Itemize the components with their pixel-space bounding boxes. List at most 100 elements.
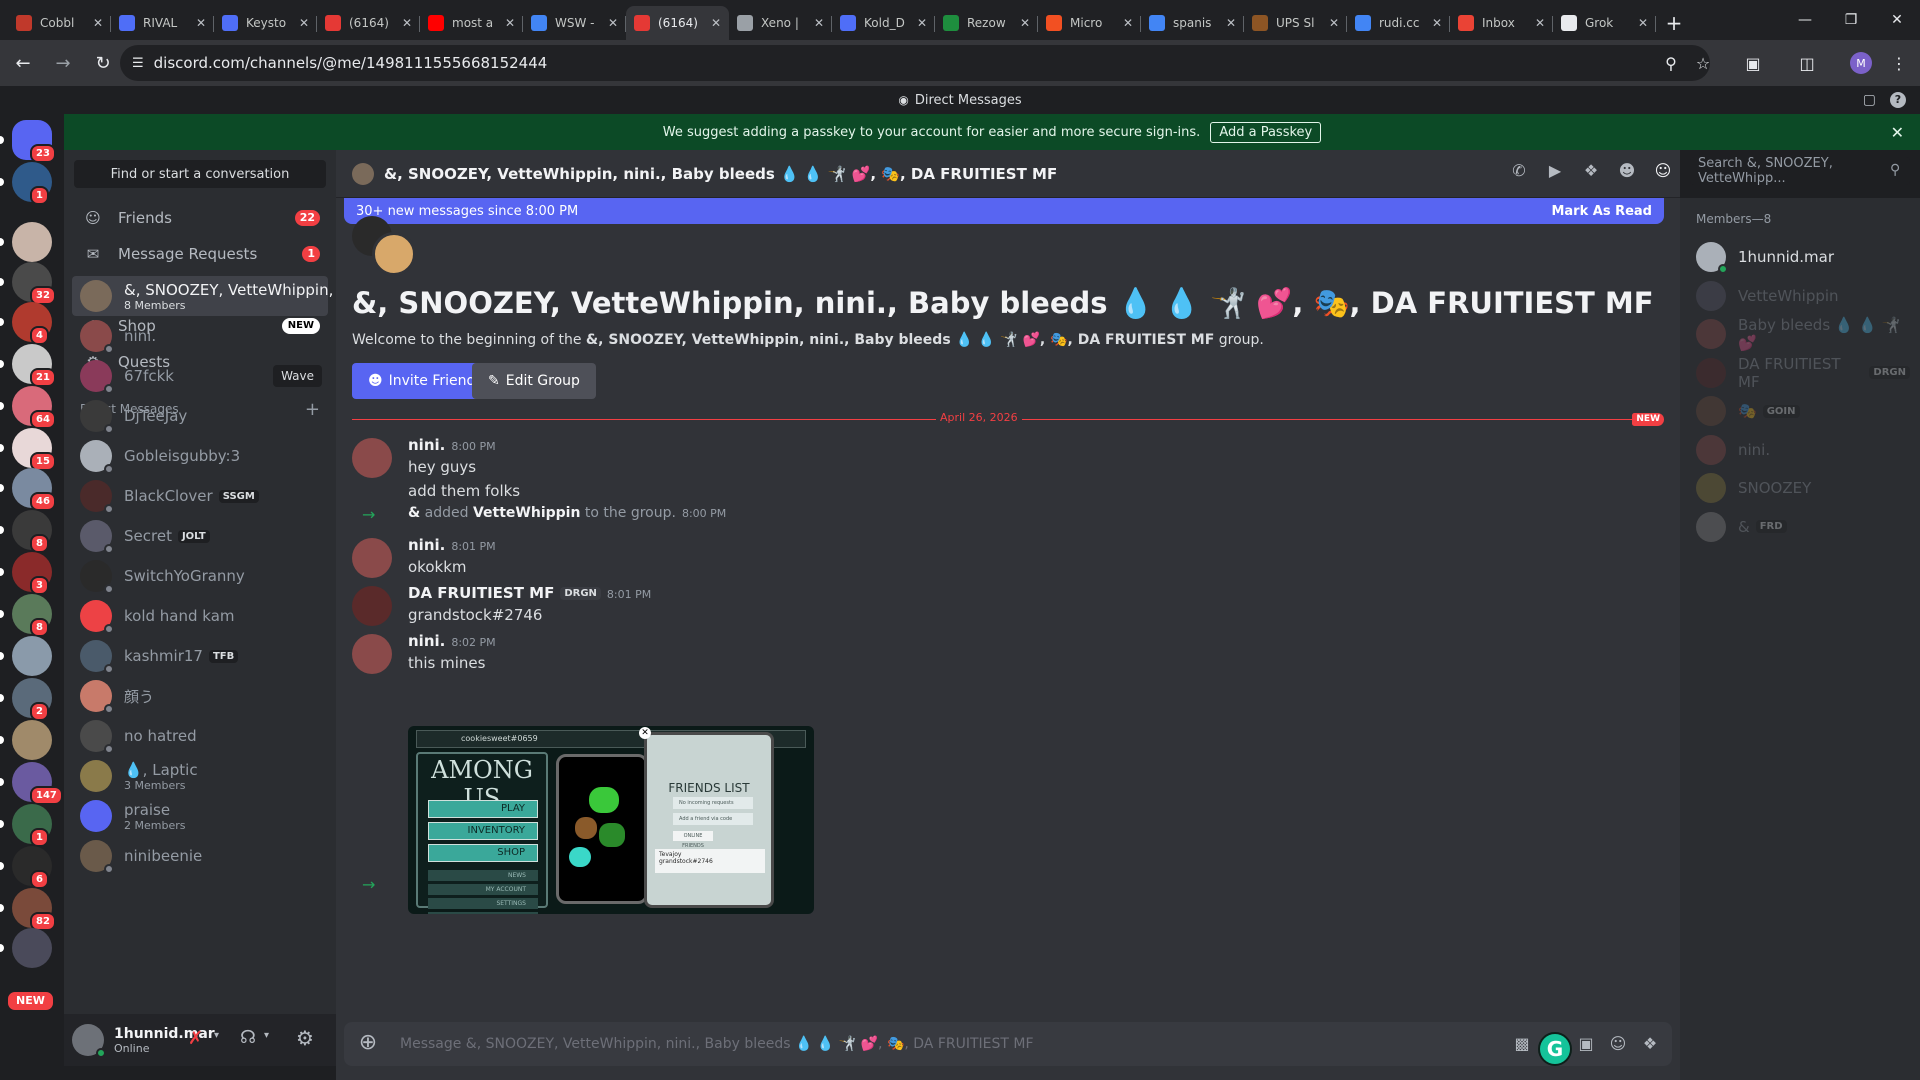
member-list-icon[interactable]: ☺ [1652,161,1674,183]
sticker-icon[interactable]: ▣ [1576,1034,1596,1054]
address-bar[interactable]: ☰ discord.com/channels/@me/1498111555668… [120,45,1710,81]
upload-plus-icon[interactable]: ⊕ [356,1032,380,1056]
dm-item[interactable]: 67fckk Wave [72,356,328,396]
tab-close-icon[interactable]: ✕ [1432,16,1442,30]
tab-close-icon[interactable]: ✕ [608,16,618,30]
dm-item[interactable]: SwitchYoGranny [72,556,328,596]
browser-tab[interactable]: Rezow ✕ [935,6,1038,40]
mic-muted-icon[interactable]: ✗ [188,1028,203,1049]
add-friends-to-dm-icon[interactable]: ☻ [1616,161,1638,183]
reload-icon[interactable]: ↻ [86,46,120,80]
server-icon[interactable] [12,636,52,676]
member-item[interactable]: Baby bleeds 💧 💧 🤺 💕 [1696,315,1910,353]
sidebar-item-message-requests[interactable]: ✉ Message Requests 1 [72,236,328,272]
dm-item[interactable]: ninibeenie [72,836,328,876]
voice-call-icon[interactable]: ✆ [1508,161,1530,183]
tab-close-icon[interactable]: ✕ [93,16,103,30]
dm-item[interactable]: kold hand kam [72,596,328,636]
browser-tab[interactable]: spanis ✕ [1141,6,1244,40]
menu-icon[interactable]: ⋮ [1888,52,1910,74]
restore-button[interactable]: ❐ [1828,0,1874,40]
dm-item[interactable]: Secret JOLT [72,516,328,556]
browser-tab[interactable]: Cobbl ✕ [8,6,111,40]
wave-button[interactable]: Wave [273,365,322,387]
browser-tab[interactable]: Micro ✕ [1038,6,1141,40]
browser-tab[interactable]: Keysto ✕ [214,6,317,40]
dm-item[interactable]: 💧, Laptic 3 Members [72,756,328,796]
dm-item[interactable]: BlackClover SSGM [72,476,328,516]
close-window-button[interactable]: ✕ [1874,0,1920,40]
member-item[interactable]: DA FRUITIEST MF DRGN [1696,354,1910,392]
apps-icon[interactable]: ❖ [1640,1034,1660,1054]
dm-item[interactable]: praise 2 Members [72,796,328,836]
browser-tab[interactable]: Grok ✕ [1553,6,1656,40]
tab-close-icon[interactable]: ✕ [1329,16,1339,30]
tab-close-icon[interactable]: ✕ [299,16,309,30]
tab-close-icon[interactable]: ✕ [1226,16,1236,30]
server-icon[interactable] [12,720,52,760]
grammarly-icon[interactable]: G [1538,1032,1572,1066]
close-banner-icon[interactable]: ✕ [1891,123,1904,142]
tab-close-icon[interactable]: ✕ [1638,16,1648,30]
tab-close-icon[interactable]: ✕ [1123,16,1133,30]
message-author[interactable]: nini. [408,436,445,454]
new-tab-button[interactable]: + [1656,6,1692,40]
tab-close-icon[interactable]: ✕ [1535,16,1545,30]
system-target[interactable]: VetteWhippin [473,505,580,521]
dm-item[interactable]: 顔う [72,676,328,716]
dm-item[interactable]: no hatred [72,716,328,756]
site-info-icon[interactable]: ☰ [132,56,144,71]
member-item[interactable]: nini. [1696,431,1910,469]
help-icon[interactable]: ? [1890,92,1906,108]
video-call-icon[interactable]: ▶ [1544,161,1566,183]
tab-close-icon[interactable]: ✕ [402,16,412,30]
profile-avatar[interactable]: M [1850,52,1872,74]
message-avatar[interactable] [352,586,392,626]
dm-item[interactable]: nini. [72,316,328,356]
browser-tab[interactable]: RIVAL ✕ [111,6,214,40]
tab-close-icon[interactable]: ✕ [814,16,824,30]
dm-item[interactable]: Gobleisgubby:3 [72,436,328,476]
server-icon[interactable] [12,928,52,968]
gift-icon[interactable]: ▩ [1512,1034,1532,1054]
message-avatar[interactable] [352,438,392,478]
edit-group-button[interactable]: ✎ Edit Group [472,363,596,399]
member-item[interactable]: VetteWhippin [1696,277,1910,315]
attachment-image[interactable]: cookiesweet#0659 AMONG US PLAY INVENTORY S… [408,726,814,914]
message-author[interactable]: nini. [408,632,445,650]
member-item[interactable]: 🎭 GOIN [1696,392,1910,430]
new-messages-bar[interactable]: 30+ new messages since 8:00 PM Mark As R… [344,198,1664,224]
headphones-icon[interactable]: ☊ [240,1027,256,1048]
pinned-messages-icon[interactable]: ❖ [1580,161,1602,183]
message-author[interactable]: nini. [408,536,445,554]
browser-tab[interactable]: Xeno | ✕ [729,6,832,40]
tab-close-icon[interactable]: ✕ [711,16,721,30]
browser-tab[interactable]: Kold_D ✕ [832,6,935,40]
member-item[interactable]: 1hunnid.mar [1696,238,1910,276]
browser-tab[interactable]: UPS Sl ✕ [1244,6,1347,40]
back-icon[interactable]: ← [6,46,40,80]
add-passkey-button[interactable]: Add a Passkey [1210,121,1322,143]
member-item[interactable]: & FRD [1696,508,1910,546]
tab-close-icon[interactable]: ✕ [196,16,206,30]
browser-tab[interactable]: (6164) ✕ [317,6,420,40]
system-actor[interactable]: & [408,505,420,521]
settings-gear-icon[interactable]: ⚙ [296,1026,314,1050]
emoji-icon[interactable]: ☺ [1608,1034,1628,1054]
minimize-button[interactable]: — [1782,0,1828,40]
dm-item[interactable]: kashmir17 TFB [72,636,328,676]
browser-tab[interactable]: rudi.cc ✕ [1347,6,1450,40]
tab-close-icon[interactable]: ✕ [917,16,927,30]
search-input[interactable]: Search &, SNOOZEY, VetteWhipp... [1690,156,1910,186]
dm-item[interactable]: DjTeeJay [72,396,328,436]
mic-options-icon[interactable]: ▾ [214,1030,219,1041]
inbox-icon[interactable]: ▢ [1863,92,1876,108]
browser-tab[interactable]: Inbox ✕ [1450,6,1553,40]
sidebar-item-friends[interactable]: ☺ Friends 22 [72,200,328,236]
dm-item[interactable]: &, SNOOZEY, VetteWhippin, nini... 8 Membe… [72,276,380,316]
browser-tab[interactable]: (6164) ✕ [626,6,729,40]
user-avatar[interactable] [72,1024,106,1058]
zoom-icon[interactable]: ⚲ [1660,52,1682,74]
message-avatar[interactable] [352,634,392,674]
tab-close-icon[interactable]: ✕ [505,16,515,30]
